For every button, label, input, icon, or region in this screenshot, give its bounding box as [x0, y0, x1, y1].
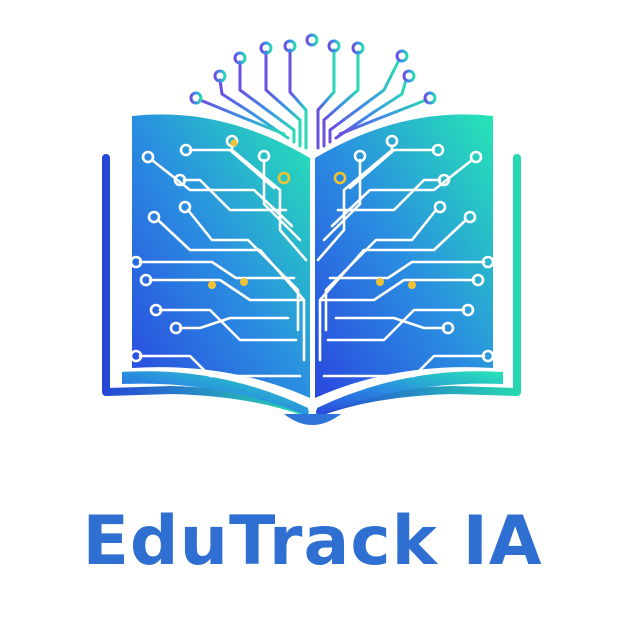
brand-name: EduTrack IA — [82, 502, 543, 581]
book-spine — [284, 414, 341, 425]
logo-mark — [102, 33, 521, 425]
